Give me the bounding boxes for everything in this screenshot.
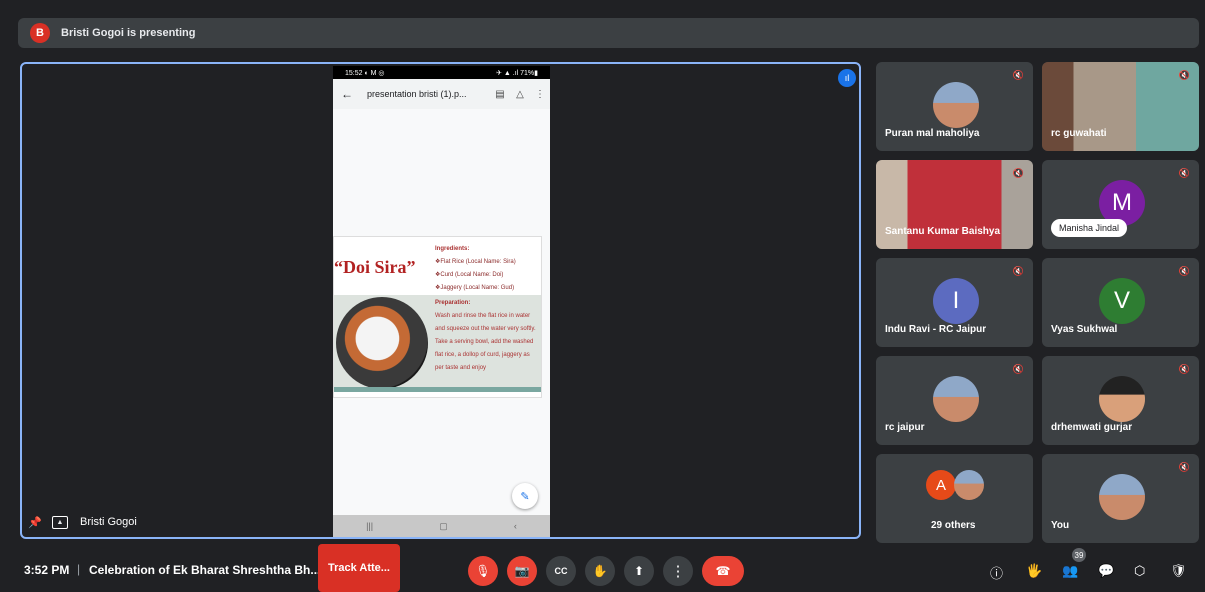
participant-name: Puran mal maholiya xyxy=(885,128,980,139)
home-icon: ▢ xyxy=(439,520,448,531)
participant-tile[interactable]: 🔇 drhemwati gurjar xyxy=(1042,356,1199,445)
avatar: I xyxy=(933,278,979,324)
participant-tile[interactable]: M 🔇 Manisha Jindal xyxy=(1042,160,1199,249)
preparation-heading: Preparation: xyxy=(435,300,471,306)
phone-status-right: ✈ ▲ .ıl 71%▮ xyxy=(496,69,538,77)
mic-off-icon: 🔇 xyxy=(1178,70,1190,80)
camera-off-icon[interactable]: 📷 xyxy=(507,556,537,586)
mic-off-icon: 🔇 xyxy=(1012,266,1024,276)
chat-icon[interactable]: 💬 xyxy=(1098,563,1114,579)
presentation-stage[interactable]: 15:52 ◐ M ◎ ✈ ▲ .ıl 71%▮ ← presentation … xyxy=(20,62,861,539)
participant-tile[interactable]: 🔇 Santanu Kumar Baishya xyxy=(876,160,1033,249)
info-icon[interactable]: ⓘ xyxy=(990,563,1003,582)
mic-off-icon: 🔇 xyxy=(1178,168,1190,178)
participant-name: Manisha Jindal xyxy=(1051,219,1128,237)
presenting-banner: B Bristi Gogoi is presenting xyxy=(18,18,1199,48)
separator: | xyxy=(77,562,81,576)
slide-footer-strip xyxy=(334,387,541,392)
participant-tile[interactable]: I 🔇 Indu Ravi - RC Jaipur xyxy=(876,258,1033,347)
others-tile[interactable]: A 29 others xyxy=(876,454,1033,543)
avatar: V xyxy=(1099,278,1145,324)
phone-status-bar: 15:52 ◐ M ◎ ✈ ▲ .ıl 71%▮ xyxy=(333,66,550,79)
file-title: presentation bristi (1).p... xyxy=(367,89,467,99)
participant-name: Indu Ravi - RC Jaipur xyxy=(885,324,987,335)
preparation-block: Preparation: Wash and rinse the flat ric… xyxy=(435,297,539,375)
drive-icon: △ xyxy=(516,88,524,100)
slide-title: “Doi Sira” xyxy=(334,257,416,277)
people-icon[interactable]: 👥 xyxy=(1062,563,1078,579)
avatar xyxy=(1099,474,1145,520)
avatar xyxy=(1099,376,1145,422)
host-controls-icon[interactable]: 🖐 xyxy=(1026,563,1042,579)
preparation-text: Wash and rinse the flat rice in water an… xyxy=(435,313,536,371)
participant-name: Santanu Kumar Baishya xyxy=(885,226,1001,237)
food-bowl-image xyxy=(336,297,428,389)
edit-icon: ✎ xyxy=(512,483,538,509)
mic-off-icon: 🔇 xyxy=(1012,70,1024,80)
end-call-icon[interactable]: ☎ xyxy=(702,556,744,586)
present-now-icon[interactable]: ⬆ xyxy=(624,556,654,586)
presenting-text: Bristi Gogoi is presenting xyxy=(61,27,196,39)
presenting-icon: ▲ xyxy=(52,516,68,529)
mic-off-icon: 🔇 xyxy=(1012,168,1024,178)
activities-icon[interactable]: ⬡ xyxy=(1134,563,1145,579)
avatar xyxy=(954,470,984,500)
slide: “Doi Sira” Ingredients: ❖Flat Rice (Loca… xyxy=(333,236,542,398)
document-icon: ▤ xyxy=(495,88,505,100)
participant-tile[interactable]: 🔇 Puran mal maholiya xyxy=(876,62,1033,151)
ingredients-heading: Ingredients: xyxy=(435,246,470,252)
participant-name: You xyxy=(1051,520,1070,531)
pin-icon[interactable]: 📌 xyxy=(28,516,42,529)
back-nav-icon: ‹ xyxy=(513,521,517,531)
participant-name: rc jaipur xyxy=(885,422,925,433)
captions-icon[interactable]: CC xyxy=(546,556,576,586)
phone-nav-bar: ||| ▢ ‹ xyxy=(333,515,550,537)
ingredient-item: ❖Flat Rice (Local Name: Sira) xyxy=(435,259,516,265)
others-count: 29 others xyxy=(931,520,976,531)
track-attendance-button[interactable]: Track Atte... xyxy=(318,544,400,592)
ingredient-item: ❖Jaggery (Local Name: Gud) xyxy=(435,285,515,291)
avatar xyxy=(933,376,979,422)
participant-name: rc guwahati xyxy=(1051,128,1107,139)
raise-hand-icon[interactable]: ✋ xyxy=(585,556,615,586)
meeting-title: Celebration of Ek Bharat Shreshtha Bh... xyxy=(89,563,321,577)
participant-tile[interactable]: V 🔇 Vyas Sukhwal xyxy=(1042,258,1199,347)
clock: 3:52 PM xyxy=(24,563,70,577)
speaking-indicator-icon: ıl xyxy=(838,69,856,87)
avatar xyxy=(933,82,979,128)
bottom-bar: 3:52 PM | Celebration of Ek Bharat Shres… xyxy=(0,544,1205,592)
more-vert-icon: ⋮ xyxy=(535,88,545,100)
participant-tile[interactable]: 🔇 rc guwahati xyxy=(1042,62,1199,151)
avatar: A xyxy=(926,470,956,500)
mic-off-icon: 🔇 xyxy=(1012,364,1024,374)
recents-icon: ||| xyxy=(366,521,374,531)
presenter-name: Bristi Gogoi xyxy=(80,516,137,528)
participant-name: drhemwati gurjar xyxy=(1051,422,1133,433)
self-tile[interactable]: 🔇 You xyxy=(1042,454,1199,543)
shared-phone-screen: 15:52 ◐ M ◎ ✈ ▲ .ıl 71%▮ ← presentation … xyxy=(333,66,550,537)
ingredients-block: Ingredients: ❖Flat Rice (Local Name: Sir… xyxy=(435,243,516,295)
more-options-icon[interactable]: ⋮ xyxy=(663,556,693,586)
mic-off-icon: 🔇 xyxy=(1178,462,1190,472)
participant-name: Vyas Sukhwal xyxy=(1051,324,1118,335)
participant-tile[interactable]: 🔇 rc jaipur xyxy=(876,356,1033,445)
mic-off-icon: 🔇 xyxy=(1178,364,1190,374)
presenter-avatar: B xyxy=(30,23,50,43)
people-count-badge: 39 xyxy=(1072,548,1086,562)
mic-off-icon: 🔇 xyxy=(1178,266,1190,276)
mic-off-icon[interactable]: 🎙 xyxy=(468,556,498,586)
back-arrow-icon: ← xyxy=(341,87,353,101)
ingredient-item: ❖Curd (Local Name: Doi) xyxy=(435,272,504,278)
phone-app-bar: ← presentation bristi (1).p... ▤ △ ⋮ xyxy=(333,79,550,109)
phone-status-left: 15:52 ◐ M ◎ xyxy=(345,69,385,77)
security-icon[interactable]: 🛡 xyxy=(1170,563,1187,579)
